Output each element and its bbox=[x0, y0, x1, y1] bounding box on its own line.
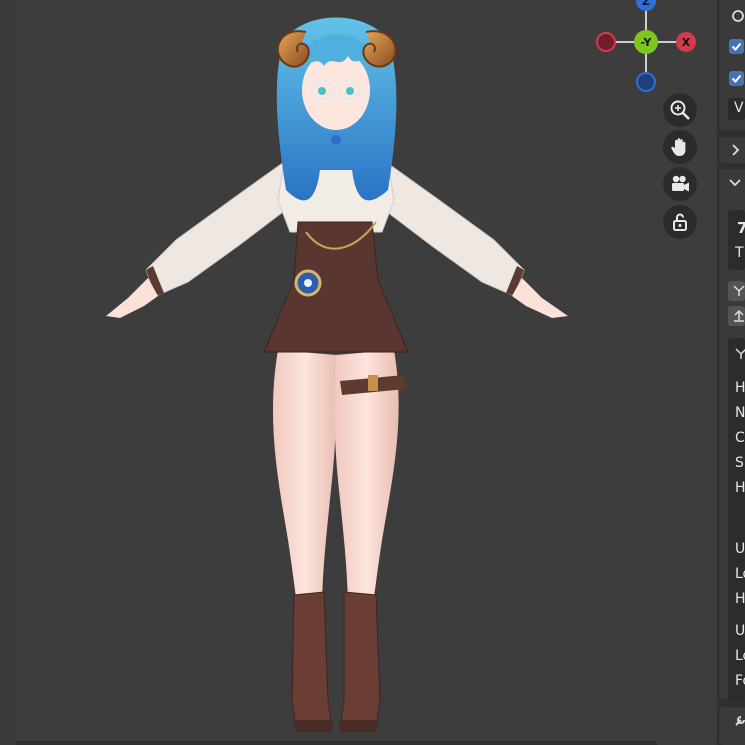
checkbox-1[interactable] bbox=[729, 39, 744, 54]
list-item-11[interactable]: Fo bbox=[735, 673, 745, 689]
pan-button[interactable] bbox=[663, 130, 697, 164]
gizmo-z-label: Z bbox=[642, 0, 650, 8]
list-item-9[interactable]: U bbox=[735, 623, 745, 639]
3d-viewport[interactable] bbox=[16, 0, 657, 745]
gizmo-neg-z-axis[interactable] bbox=[636, 72, 656, 92]
list-item-4[interactable]: S bbox=[735, 455, 744, 471]
gizmo-y-label: -Y bbox=[640, 35, 652, 49]
gizmo-neg-y-axis[interactable]: -Y bbox=[634, 30, 658, 54]
zoom-icon bbox=[670, 100, 690, 120]
checkbox-2[interactable] bbox=[729, 71, 744, 86]
checkmark-icon bbox=[731, 42, 742, 51]
list-item-10[interactable]: Lo bbox=[735, 648, 745, 664]
checkmark-icon bbox=[731, 74, 742, 83]
pose-icon bbox=[733, 285, 745, 296]
unlock-icon bbox=[673, 213, 687, 231]
gizmo-x-label: X bbox=[681, 35, 691, 49]
subpanel-letter: T bbox=[735, 245, 744, 261]
armature-icon bbox=[735, 348, 745, 359]
viewport-bottom-border bbox=[16, 741, 657, 745]
list-item-7[interactable]: Lo bbox=[735, 566, 745, 582]
zoom-button[interactable] bbox=[663, 93, 697, 127]
list-item-1[interactable]: H bbox=[735, 380, 745, 396]
tool-button-1[interactable] bbox=[728, 281, 745, 301]
chevron-down-icon[interactable] bbox=[729, 178, 741, 188]
navigation-gizmo[interactable]: Z X -Y bbox=[590, 0, 700, 100]
character-model bbox=[106, 17, 568, 732]
subpanel-7-glyph: 7 bbox=[737, 219, 745, 237]
camera-icon bbox=[672, 175, 689, 192]
list-item-3[interactable]: C bbox=[735, 430, 745, 446]
list-item-8[interactable]: H bbox=[735, 591, 745, 607]
list-item-2[interactable]: N bbox=[735, 405, 745, 421]
camera-view-button[interactable] bbox=[663, 167, 697, 201]
chevron-right-icon[interactable] bbox=[731, 144, 741, 156]
gizmo-neg-x-axis[interactable] bbox=[596, 32, 616, 52]
hand-pan-icon bbox=[671, 138, 686, 156]
lock-view-button[interactable] bbox=[663, 205, 697, 239]
dropdown-button[interactable]: V bbox=[728, 98, 745, 120]
wrench-icon[interactable] bbox=[733, 714, 745, 728]
list-item-5[interactable]: H bbox=[735, 480, 745, 496]
gizmo-z-axis[interactable]: Z bbox=[636, 0, 656, 11]
circle-icon[interactable] bbox=[731, 9, 745, 23]
dropdown-letter: V bbox=[734, 100, 744, 116]
left-edge-strip bbox=[0, 0, 16, 745]
list-item-6[interactable]: U bbox=[735, 541, 745, 557]
tool-button-2[interactable] bbox=[728, 306, 745, 326]
gizmo-x-axis[interactable]: X bbox=[676, 32, 696, 52]
upload-icon bbox=[734, 309, 744, 322]
